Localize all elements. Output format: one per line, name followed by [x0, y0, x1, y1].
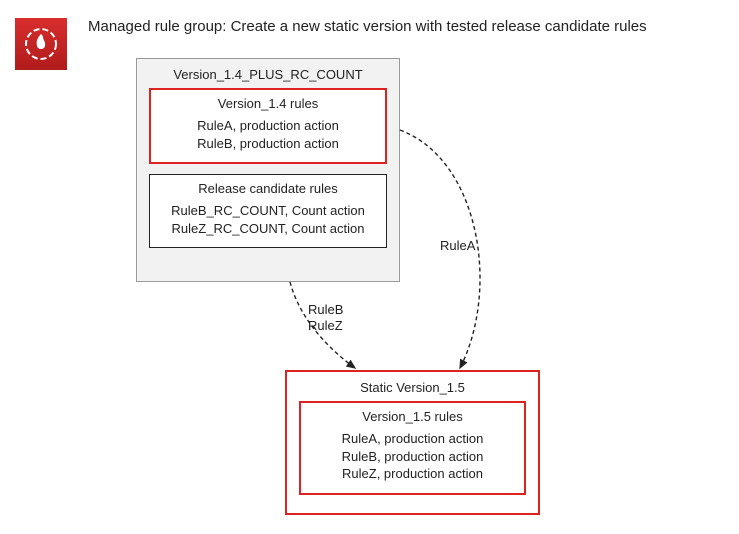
arrow-label-rule-a: RuleA [440, 238, 475, 253]
candidate-rules-box: Release candidate rules RuleB_RC_COUNT, … [149, 174, 387, 248]
target-rule-z: RuleZ, production action [311, 465, 514, 483]
arrow-label-rule-b: RuleB [308, 302, 343, 317]
candidate-rules-title: Release candidate rules [160, 181, 376, 196]
production-rule-b: RuleB, production action [161, 135, 375, 153]
production-rule-a: RuleA, production action [161, 117, 375, 135]
source-group-title: Version_1.4_PLUS_RC_COUNT [137, 67, 399, 82]
production-rules-title: Version_1.4 rules [161, 96, 375, 111]
diagram-title: Managed rule group: Create a new static … [88, 18, 647, 35]
production-rules-box: Version_1.4 rules RuleA, production acti… [149, 88, 387, 164]
arrow-label-rule-z: RuleZ [308, 318, 343, 333]
target-version-group: Static Version_1.5 Version_1.5 rules Rul… [285, 370, 540, 515]
source-version-group: Version_1.4_PLUS_RC_COUNT Version_1.4 ru… [136, 58, 400, 282]
candidate-rule-z: RuleZ_RC_COUNT, Count action [160, 220, 376, 238]
target-rules-box: Version_1.5 rules RuleA, production acti… [299, 401, 526, 495]
target-rule-b: RuleB, production action [311, 448, 514, 466]
aws-waf-icon [15, 18, 67, 70]
target-rule-a: RuleA, production action [311, 430, 514, 448]
target-group-title: Static Version_1.5 [287, 380, 538, 395]
shield-flame-icon [21, 24, 61, 64]
candidate-rule-b: RuleB_RC_COUNT, Count action [160, 202, 376, 220]
target-rules-title: Version_1.5 rules [311, 409, 514, 424]
